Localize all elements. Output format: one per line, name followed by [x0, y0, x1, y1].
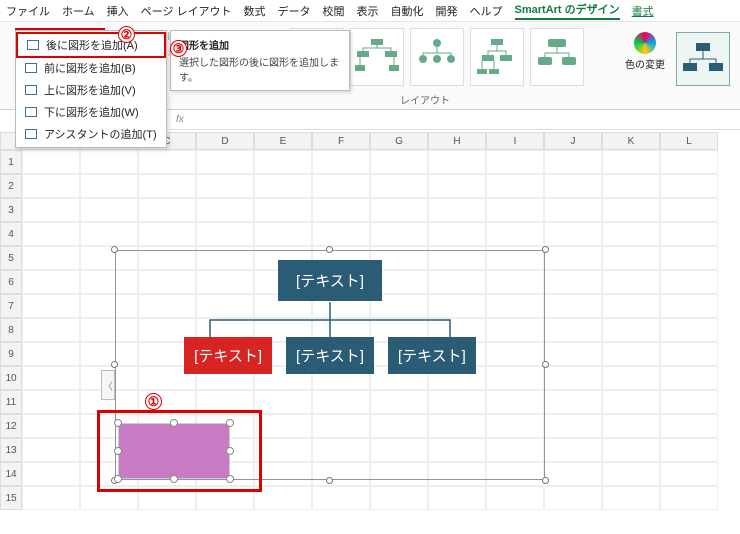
menu-insert[interactable]: 挿入	[107, 3, 129, 19]
col-F[interactable]: F	[312, 132, 370, 150]
row-2[interactable]: 2	[0, 174, 22, 198]
new-shape[interactable]	[118, 423, 230, 479]
dropdown-add-assistant[interactable]: アシスタントの追加(T)	[16, 123, 166, 145]
add-before-icon	[24, 62, 38, 74]
formula-bar[interactable]: fx	[170, 110, 740, 130]
menu-smartart-design[interactable]: SmartArt のデザイン	[515, 1, 620, 20]
org-connectors	[125, 302, 535, 338]
text-pane-toggle[interactable]: 〈	[101, 370, 115, 400]
menu-format[interactable]: 書式	[632, 3, 654, 19]
dropdown-add-above-label: 上に図形を追加(V)	[44, 82, 136, 98]
col-D[interactable]: D	[196, 132, 254, 150]
callout-3: ③	[170, 40, 187, 57]
dropdown-add-above[interactable]: 上に図形を追加(V)	[16, 79, 166, 101]
tooltip: 図形を追加 選択した図形の後に図形を追加します。	[170, 30, 350, 91]
shape-handle[interactable]	[226, 475, 234, 483]
col-G[interactable]: G	[370, 132, 428, 150]
shape-handle[interactable]	[114, 475, 122, 483]
smartart-object[interactable]: 〈 [テキスト] [テキスト] [テキスト] [テキスト] ①	[115, 250, 545, 480]
menu-pagelayout[interactable]: ページ レイアウト	[141, 3, 232, 19]
callout-2: ②	[118, 26, 135, 43]
new-shape-highlight	[97, 410, 262, 492]
color-change-button[interactable]: 色の変更	[625, 32, 665, 71]
shape-handle[interactable]	[114, 447, 122, 455]
row-15[interactable]: 15	[0, 486, 22, 510]
col-E[interactable]: E	[254, 132, 312, 150]
menu-developer[interactable]: 開発	[436, 3, 458, 19]
add-assistant-icon	[24, 128, 38, 140]
row-10[interactable]: 10	[0, 366, 22, 390]
menu-view[interactable]: 表示	[357, 3, 379, 19]
dropdown-add-before-label: 前に図形を追加(B)	[44, 60, 136, 76]
row-5[interactable]: 5	[0, 246, 22, 270]
shape-handle[interactable]	[114, 419, 122, 427]
dropdown-add-below[interactable]: 下に図形を追加(W)	[16, 101, 166, 123]
col-I[interactable]: I	[486, 132, 544, 150]
dropdown-add-assistant-label: アシスタントの追加(T)	[44, 126, 157, 142]
dropdown-add-after[interactable]: 後に図形を追加(A)	[16, 32, 166, 58]
layout-thumb-4[interactable]	[470, 28, 524, 86]
row-3[interactable]: 3	[0, 198, 22, 222]
col-L[interactable]: L	[660, 132, 718, 150]
menu-file[interactable]: ファイル	[6, 3, 50, 19]
row-7[interactable]: 7	[0, 294, 22, 318]
menu-data[interactable]: データ	[278, 3, 311, 19]
menu-formulas[interactable]: 数式	[244, 3, 266, 19]
dropdown-add-before[interactable]: 前に図形を追加(B)	[16, 57, 166, 79]
resize-handle[interactable]	[326, 246, 333, 253]
add-shape-dropdown: 後に図形を追加(A) 前に図形を追加(B) 上に図形を追加(V) 下に図形を追加…	[15, 30, 167, 148]
row-8[interactable]: 8	[0, 318, 22, 342]
style-thumb[interactable]	[676, 32, 730, 86]
resize-handle[interactable]	[111, 361, 118, 368]
shape-handle[interactable]	[226, 419, 234, 427]
col-H[interactable]: H	[428, 132, 486, 150]
row-12[interactable]: 12	[0, 414, 22, 438]
org-node-selected[interactable]: [テキスト]	[184, 337, 272, 374]
row-13[interactable]: 13	[0, 438, 22, 462]
resize-handle[interactable]	[111, 246, 118, 253]
add-above-icon	[24, 84, 38, 96]
col-K[interactable]: K	[602, 132, 660, 150]
color-wheel-icon	[634, 32, 656, 54]
row-9[interactable]: 9	[0, 342, 22, 366]
org-node[interactable]: [テキスト]	[388, 337, 476, 374]
row-6[interactable]: 6	[0, 270, 22, 294]
row-4[interactable]: 4	[0, 222, 22, 246]
resize-handle[interactable]	[542, 477, 549, 484]
col-J[interactable]: J	[544, 132, 602, 150]
menu-home[interactable]: ホーム	[62, 3, 95, 19]
tooltip-title: 図形を追加	[179, 37, 341, 52]
row-14[interactable]: 14	[0, 462, 22, 486]
org-node-top[interactable]: [テキスト]	[278, 260, 382, 301]
layout-thumb-5[interactable]	[530, 28, 584, 86]
resize-handle[interactable]	[326, 477, 333, 484]
resize-handle[interactable]	[542, 246, 549, 253]
layout-group-label: レイアウト	[400, 92, 450, 107]
menu-review[interactable]: 校閲	[323, 3, 345, 19]
layout-thumb-2[interactable]	[350, 28, 404, 86]
callout-1: ①	[145, 393, 162, 410]
menu-automate[interactable]: 自動化	[391, 3, 424, 19]
dropdown-add-below-label: 下に図形を追加(W)	[44, 104, 139, 120]
layout-thumb-3[interactable]	[410, 28, 464, 86]
color-change-label: 色の変更	[625, 56, 665, 71]
row-11[interactable]: 11	[0, 390, 22, 414]
shape-handle[interactable]	[170, 419, 178, 427]
org-node[interactable]: [テキスト]	[286, 337, 374, 374]
tooltip-body: 選択した図形の後に図形を追加します。	[179, 54, 341, 84]
resize-handle[interactable]	[542, 361, 549, 368]
menu-help[interactable]: ヘルプ	[470, 3, 503, 19]
row-1[interactable]: 1	[0, 150, 22, 174]
add-below-icon	[24, 106, 38, 118]
shape-handle[interactable]	[170, 475, 178, 483]
fx-label: fx	[176, 114, 184, 125]
menubar: ファイル ホーム 挿入 ページ レイアウト 数式 データ 校閲 表示 自動化 開…	[0, 0, 740, 22]
add-after-icon	[26, 39, 40, 51]
shape-handle[interactable]	[226, 447, 234, 455]
